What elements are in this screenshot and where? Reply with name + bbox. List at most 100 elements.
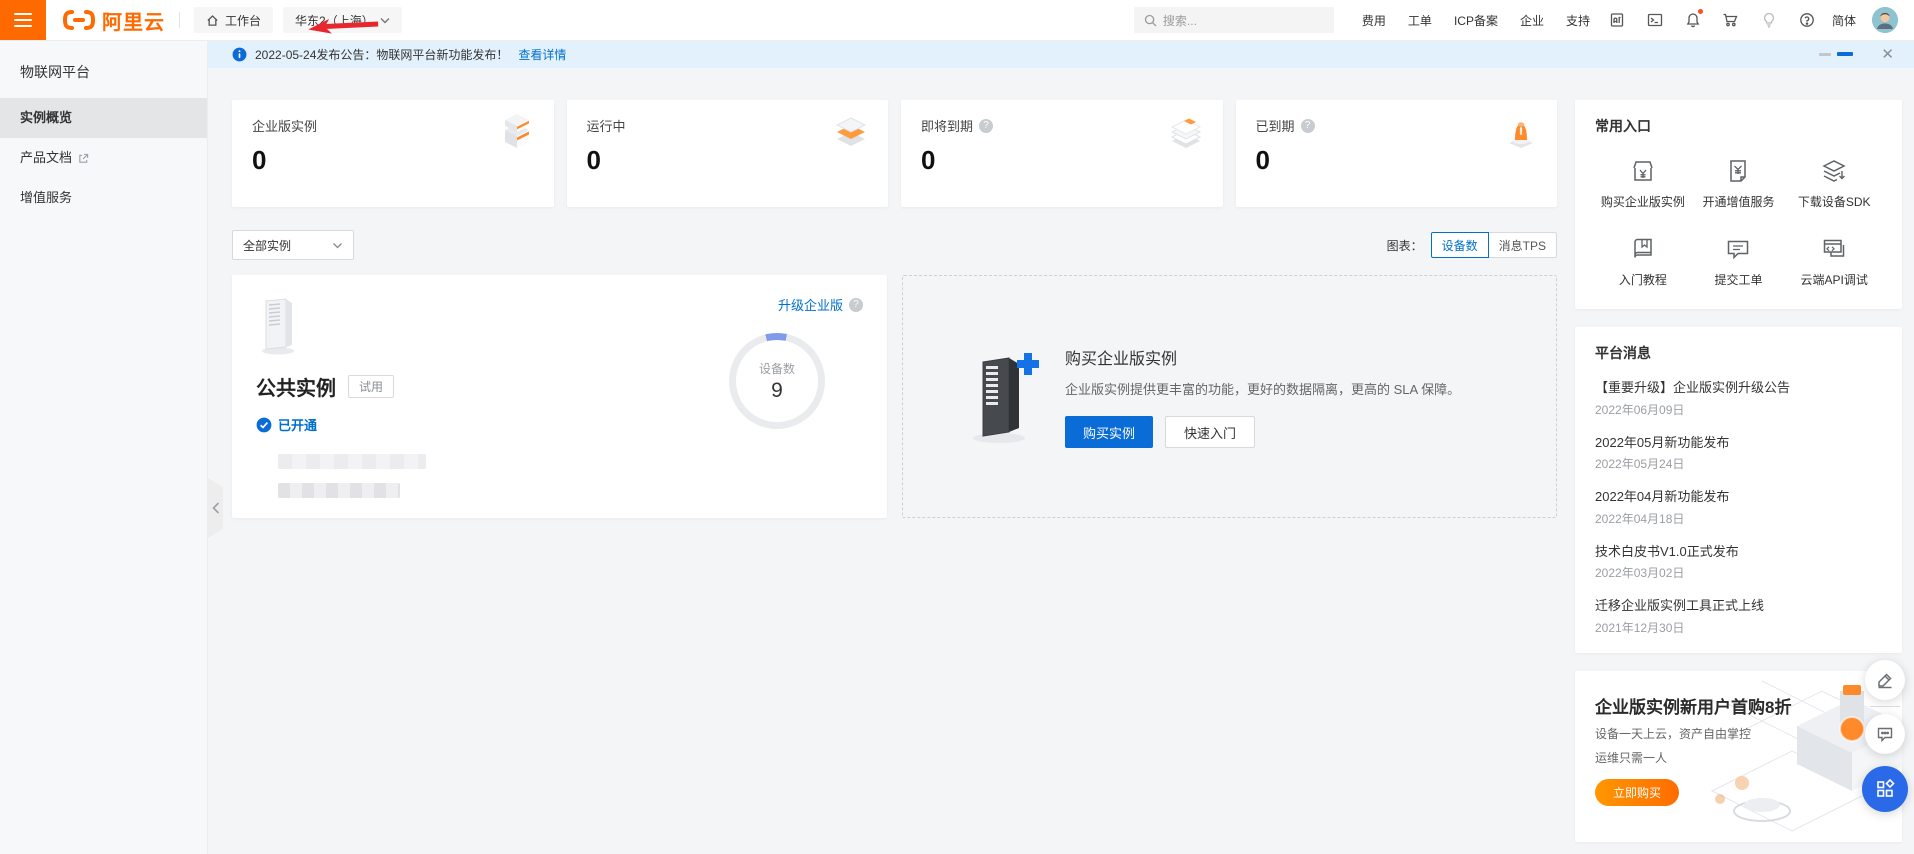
sidebar-item-instance-overview[interactable]: 实例概览 (0, 98, 207, 138)
stat-card-expiring-soon: 即将到期 ? 0 (901, 100, 1223, 207)
nav-support[interactable]: 支持 (1566, 12, 1590, 29)
quick-entry-value-added[interactable]: 开通增值服务 (1691, 158, 1787, 210)
quick-start-button[interactable]: 快速入门 (1165, 416, 1255, 448)
message-date: 2022年06月09日 (1595, 401, 1882, 418)
sidebar-item-product-docs[interactable]: 产品文档 (0, 138, 207, 178)
notice-banner: 2022-05-24发布公告：物联网平台新功能发布！ 查看详情 ✕ (208, 40, 1914, 68)
search-icon (1144, 14, 1157, 27)
platform-messages-panel: 平台消息 【重要升级】企业版实例升级公告 2022年06月09日 2022年05… (1575, 327, 1902, 653)
gauge-value: 9 (771, 379, 783, 403)
toggle-message-tps[interactable]: 消息TPS (1488, 232, 1557, 258)
pencil-icon (1876, 671, 1894, 689)
message-item[interactable]: 技术白皮书V1.0正式发布 2022年03月02日 (1595, 543, 1882, 582)
right-column: 常用入口 购买企业版实例 开通增值服务 (1575, 100, 1902, 842)
redacted-text (278, 483, 400, 498)
check-circle-icon (256, 417, 272, 433)
layers-icon (834, 112, 870, 152)
nav-billing[interactable]: 费用 (1362, 12, 1386, 29)
message-item[interactable]: 2022年05月新功能发布 2022年05月24日 (1595, 434, 1882, 473)
message-item[interactable]: 【重要升级】企业版实例升级公告 2022年06月09日 (1595, 379, 1882, 418)
device-count-gauge: 设备数 9 (729, 333, 825, 429)
help-icon[interactable]: ? (979, 119, 993, 133)
quick-entry-api-debug[interactable]: 云端API调试 (1786, 236, 1882, 288)
quick-entry-download-sdk[interactable]: 下载设备SDK (1786, 158, 1882, 210)
apps-launcher-button[interactable] (1862, 766, 1908, 812)
quick-entry-tutorial[interactable]: 入门教程 (1595, 236, 1691, 288)
stat-cards-row: 企业版实例 0 运行中 0 即将 (232, 100, 1557, 207)
stat-value: 0 (921, 145, 1203, 176)
main-content: 企业版实例 0 运行中 0 即将 (208, 68, 1914, 854)
sidebar-title: 物联网平台 (0, 40, 207, 98)
search-box[interactable]: 搜索... (1134, 7, 1334, 33)
carousel-dash-active[interactable] (1837, 52, 1853, 56)
stat-label: 即将到期 (921, 116, 973, 135)
language-selector[interactable]: 简体 (1832, 12, 1856, 29)
trial-badge: 试用 (348, 375, 394, 398)
message-date: 2022年03月02日 (1595, 564, 1882, 581)
nav-icp[interactable]: ICP备案 (1454, 12, 1498, 29)
sidebar-collapse-handle[interactable] (208, 478, 223, 538)
toggle-device-count[interactable]: 设备数 (1431, 232, 1489, 258)
chat-lines-icon (1725, 236, 1751, 262)
banner-detail-link[interactable]: 查看详情 (518, 46, 566, 63)
carousel-dash[interactable] (1819, 53, 1831, 56)
cart-icon[interactable] (1722, 11, 1740, 29)
menu-icon[interactable] (0, 0, 46, 40)
public-instance-card: 升级企业版 ? 公共实例 试用 已开通 设备数 9 (232, 275, 887, 518)
message-item[interactable]: 2022年04月新功能发布 2022年04月18日 (1595, 488, 1882, 527)
api-window-icon (1821, 236, 1847, 262)
quick-entry-panel: 常用入口 购买企业版实例 开通增值服务 (1575, 100, 1902, 309)
nav-enterprise[interactable]: 企业 (1520, 12, 1544, 29)
annotation-arrow (306, 12, 384, 38)
avatar[interactable] (1872, 7, 1898, 33)
instance-filter-select[interactable]: 全部实例 (232, 230, 354, 260)
brand-logo[interactable]: 阿里云 (62, 6, 165, 35)
notification-bell-icon[interactable] (1684, 11, 1702, 29)
stat-label: 已到期 (1256, 116, 1295, 135)
api-icon[interactable] (1608, 11, 1626, 29)
feedback-pencil-button[interactable] (1865, 660, 1905, 700)
message-date: 2021年12月30日 (1595, 619, 1882, 636)
help-icon[interactable]: ? (1301, 119, 1315, 133)
message-item[interactable]: 迁移企业版实例工具正式上线 2021年12月30日 (1595, 597, 1882, 636)
header-divider (179, 12, 180, 28)
banner-close-icon[interactable]: ✕ (1881, 47, 1894, 62)
sidebar: 物联网平台 实例概览 产品文档 增值服务 (0, 40, 208, 854)
store-yuan-icon (1630, 158, 1656, 184)
paper-stack-icon (1167, 112, 1205, 152)
buy-now-button[interactable]: 立即购买 (1595, 779, 1679, 806)
sidebar-item-label: 实例概览 (20, 98, 72, 138)
terminal-icon[interactable] (1646, 11, 1664, 29)
quick-entry-label: 提交工单 (1714, 271, 1762, 288)
quick-entry-submit-ticket[interactable]: 提交工单 (1691, 236, 1787, 288)
messages-title: 平台消息 (1595, 343, 1882, 363)
help-icon[interactable] (1798, 11, 1816, 29)
doc-yuan-icon (1725, 158, 1751, 184)
filter-row: 全部实例 图表： 设备数 消息TPS (232, 230, 1557, 260)
quick-entry-label: 下载设备SDK (1798, 193, 1871, 210)
instance-title: 公共实例 (256, 372, 336, 401)
quick-entry-label: 入门教程 (1619, 271, 1667, 288)
nav-tickets[interactable]: 工单 (1408, 12, 1432, 29)
upgrade-area: 升级企业版 ? (778, 295, 863, 314)
help-icon[interactable]: ? (849, 298, 863, 312)
quick-entry-buy-instance[interactable]: 购买企业版实例 (1595, 158, 1691, 210)
selected-option: 全部实例 (243, 237, 291, 254)
chat-bubble-icon (1876, 725, 1894, 743)
message-title: 技术白皮书V1.0正式发布 (1595, 543, 1882, 561)
buy-card-body: 购买企业版实例 企业版实例提供更丰富的功能，更好的数据隔离，更高的 SLA 保障… (1065, 345, 1460, 448)
quick-entry-label: 云端API调试 (1800, 271, 1867, 288)
upgrade-enterprise-link[interactable]: 升级企业版 (778, 295, 843, 314)
promo-banner[interactable]: 企业版实例新用户首购8折 设备一天上云，资产自由掌控 运维只需一人 立即购买 (1575, 671, 1902, 842)
message-date: 2022年05月24日 (1595, 455, 1882, 472)
sidebar-item-value-added-services[interactable]: 增值服务 (0, 178, 207, 218)
lightbulb-icon[interactable] (1760, 11, 1778, 29)
alibaba-cloud-logo-icon (62, 9, 96, 31)
top-header: 阿里云 工作台 华东2（上海） 搜索... 费用 工单 ICP备案 企业 支持 (0, 0, 1914, 40)
promo-line1: 设备一天上云，资产自由掌控 (1595, 725, 1882, 742)
stat-value: 0 (587, 145, 869, 176)
buy-instance-button[interactable]: 购买实例 (1065, 416, 1153, 448)
support-chat-button[interactable] (1865, 714, 1905, 754)
workspace-button[interactable]: 工作台 (194, 7, 273, 33)
workspace-label: 工作台 (225, 12, 261, 29)
